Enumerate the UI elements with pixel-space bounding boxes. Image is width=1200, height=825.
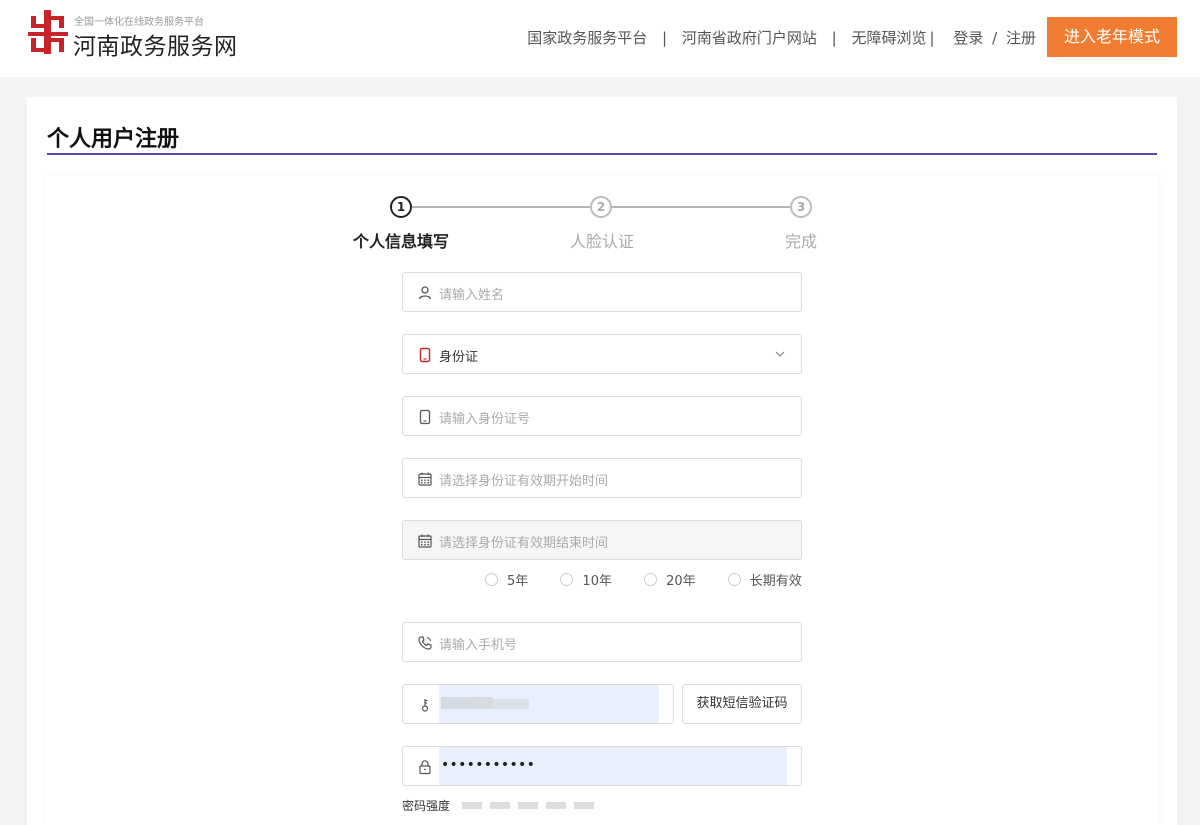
nav-national-platform[interactable]: 国家政务服务平台	[527, 29, 647, 47]
password-masked-value: •••••••••••	[441, 757, 536, 773]
name-input-placeholder: 请输入姓名	[439, 288, 505, 303]
valid-end-placeholder: 请选择身份证有效期结束时间	[439, 536, 609, 551]
id-number-field[interactable]: 请输入身份证号	[402, 396, 802, 436]
id-number-placeholder: 请输入身份证号	[439, 412, 531, 427]
nav-accessible-browse[interactable]: 无障碍浏览	[851, 29, 926, 47]
elder-mode-button[interactable]: 进入老年模式	[1047, 17, 1177, 57]
page-title: 个人用户注册	[47, 127, 180, 152]
logo-subtitle: 全国一体化在线政务服务平台	[74, 17, 204, 28]
nav-separator: |	[929, 28, 935, 47]
radio-5-years[interactable]: 5年	[485, 570, 528, 589]
id-type-select[interactable]: 身份证	[402, 334, 802, 374]
radio-label: 20年	[666, 574, 696, 589]
radio-10-years[interactable]: 10年	[560, 570, 612, 589]
strength-bar	[574, 802, 594, 809]
name-field[interactable]: 请输入姓名	[402, 272, 802, 312]
id-type-value: 身份证	[439, 350, 479, 365]
tablet-icon	[419, 409, 431, 425]
nav-provincial-portal[interactable]: 河南省政府门户网站	[682, 29, 817, 47]
calendar-icon	[418, 534, 432, 548]
radio-label: 5年	[507, 574, 529, 589]
get-sms-code-button[interactable]: 获取短信验证码	[682, 684, 802, 724]
top-nav: 国家政务服务平台 | 河南省政府门户网站 | 无障碍浏览 | 登录 / 注册	[527, 27, 1036, 48]
phone-icon	[418, 636, 432, 650]
nav-separator: |	[831, 28, 837, 47]
calendar-icon	[418, 472, 432, 486]
radio-circle	[485, 573, 498, 586]
strength-bar	[462, 802, 482, 809]
strength-bar	[546, 802, 566, 809]
validity-radio-group: 5年 10年 20年 长期有效	[485, 570, 802, 589]
lock-icon	[419, 760, 431, 775]
step-3-dot: 3	[790, 196, 812, 218]
step-2-dot: 2	[590, 196, 612, 218]
phone-placeholder: 请输入手机号	[439, 638, 518, 653]
radio-circle	[644, 573, 658, 586]
valid-start-date-field[interactable]: 请选择身份证有效期开始时间	[402, 458, 802, 498]
step-1-label: 个人信息填写	[353, 232, 450, 251]
strength-bar	[490, 802, 510, 809]
chevron-down-icon	[775, 351, 785, 357]
title-divider	[47, 153, 1157, 155]
radio-long-term[interactable]: 长期有效	[727, 570, 802, 589]
sms-code-field[interactable]	[402, 684, 674, 724]
phone-field[interactable]: 请输入手机号	[402, 622, 802, 662]
blurred-value	[473, 699, 529, 709]
radio-label: 10年	[582, 574, 612, 589]
step-connector	[412, 206, 590, 208]
radio-circle	[560, 573, 574, 586]
logo-mark-icon	[28, 10, 68, 54]
radio-circle	[727, 573, 741, 586]
strength-bar	[518, 802, 538, 809]
site-header: 全国一体化在线政务服务平台 河南政务服务网 国家政务服务平台 | 河南省政府门户…	[0, 0, 1200, 77]
password-field[interactable]: •••••••••••	[402, 746, 802, 786]
key-icon	[421, 699, 429, 712]
nav-register[interactable]: 注册	[1006, 29, 1036, 47]
nav-slash: /	[992, 28, 998, 47]
nav-login[interactable]: 登录	[953, 29, 983, 47]
password-strength-bars	[462, 802, 602, 821]
valid-start-placeholder: 请选择身份证有效期开始时间	[439, 474, 609, 489]
id-card-icon	[419, 347, 431, 363]
step-2-label: 人脸认证	[570, 232, 635, 251]
site-logo[interactable]: 全国一体化在线政务服务平台 河南政务服务网	[28, 10, 248, 60]
password-strength-label: 密码强度	[402, 799, 451, 813]
step-1-dot: 1	[390, 196, 412, 218]
radio-20-years[interactable]: 20年	[644, 570, 696, 589]
user-icon	[418, 286, 432, 300]
step-3-label: 完成	[785, 232, 818, 251]
valid-end-date-field[interactable]: 请选择身份证有效期结束时间	[402, 520, 802, 560]
nav-separator: |	[662, 28, 668, 47]
radio-label: 长期有效	[749, 574, 802, 589]
logo-title: 河南政务服务网	[73, 34, 238, 60]
step-connector	[612, 206, 790, 208]
